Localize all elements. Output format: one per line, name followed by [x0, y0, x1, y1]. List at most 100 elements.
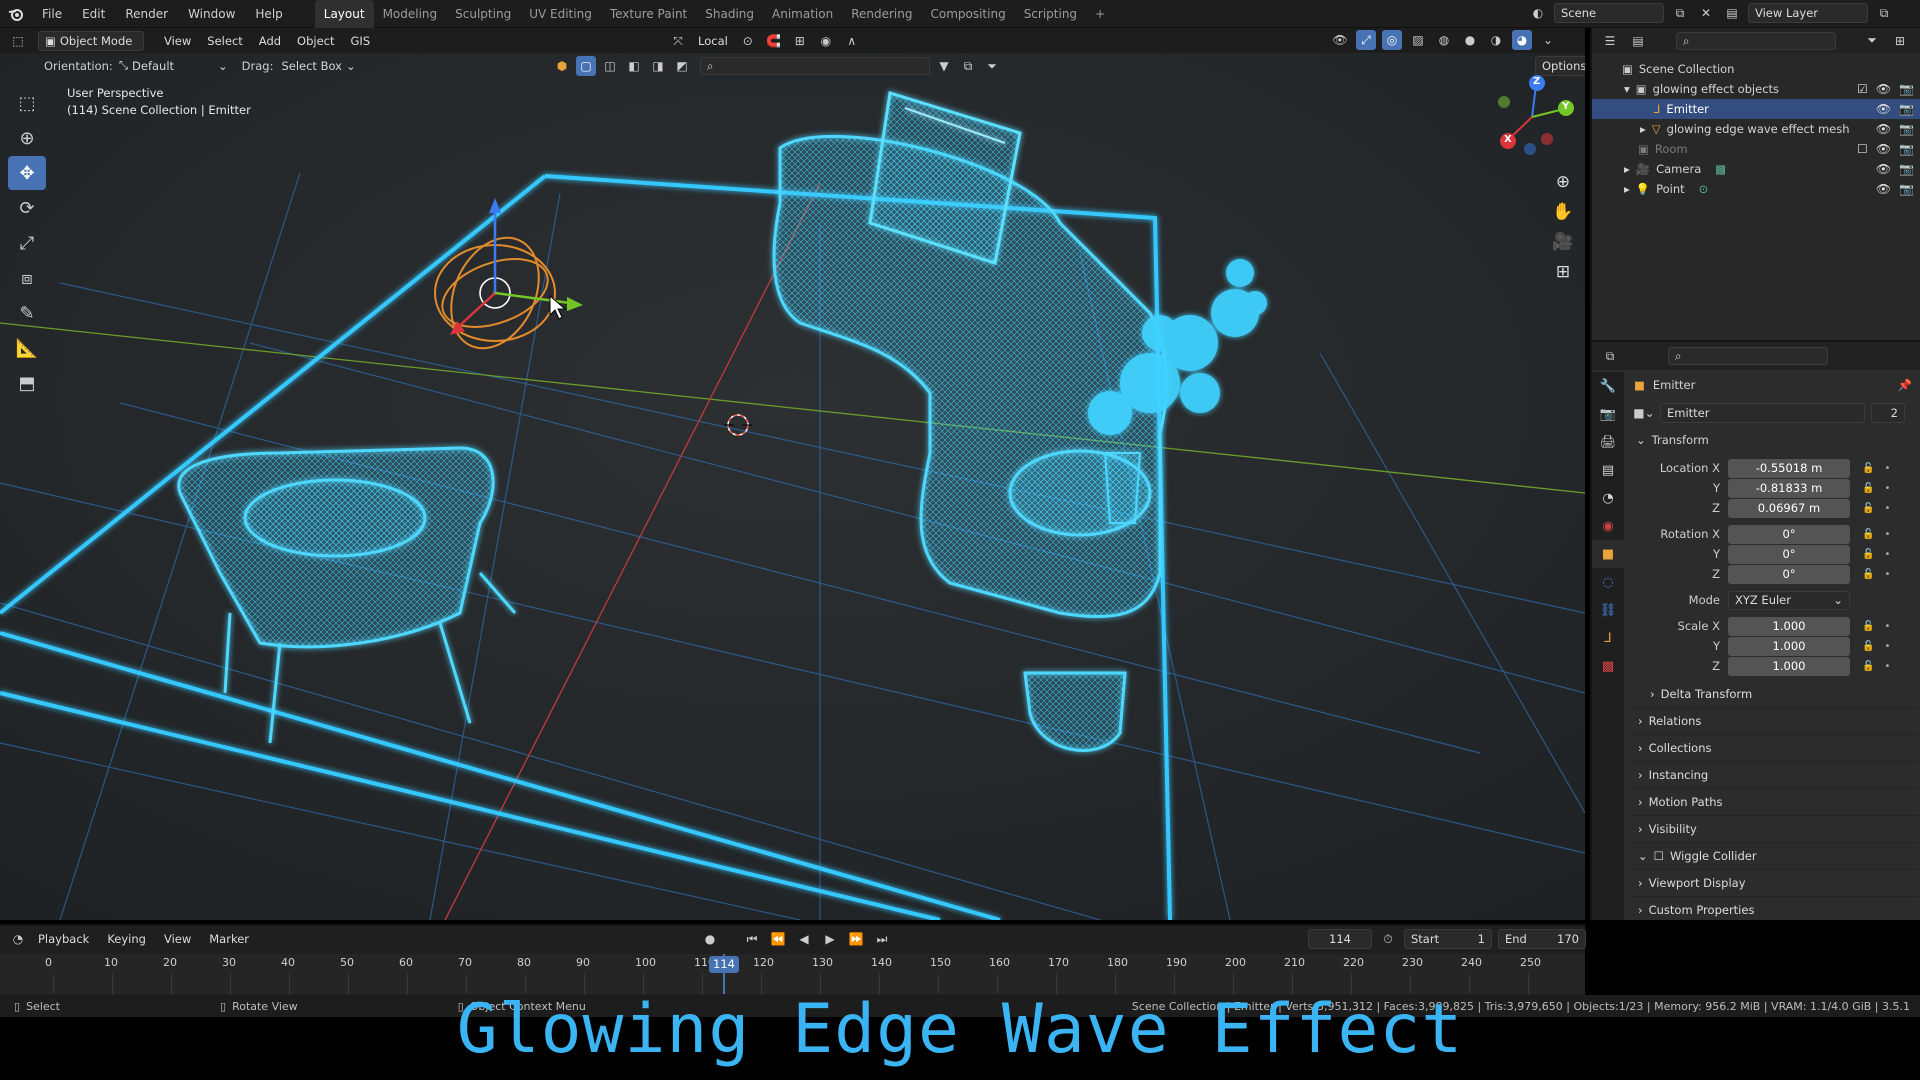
camera-render-icon[interactable]: 📷: [1899, 119, 1914, 139]
wireframe-shading-icon[interactable]: ◍: [1434, 30, 1454, 50]
next-keyframe-icon[interactable]: ⏩: [846, 929, 866, 949]
menu-file[interactable]: File: [32, 0, 72, 28]
orientation-dropdown[interactable]: ⤡ Default ⌄: [119, 58, 228, 73]
menu-render[interactable]: Render: [115, 0, 178, 28]
tab-shading[interactable]: Shading: [696, 0, 763, 28]
pin-icon[interactable]: 📌: [1898, 378, 1912, 392]
panel-wiggle-collider[interactable]: ⌄ ☐ Wiggle Collider: [1628, 842, 1918, 869]
proportional-edit-icon[interactable]: ◉: [816, 31, 836, 51]
filter-icon[interactable]: ⏷: [982, 56, 1002, 76]
checkbox-icon[interactable]: ☑: [1857, 79, 1868, 99]
remove-scene-icon[interactable]: ✕: [1696, 3, 1716, 23]
material-shading-icon[interactable]: ◑: [1486, 30, 1506, 50]
measure-icon[interactable]: 📐: [8, 331, 46, 365]
location-y-field[interactable]: -0.81833 m: [1728, 478, 1850, 498]
datablock-name-field[interactable]: Emitter: [1660, 403, 1865, 423]
menu-object[interactable]: Object: [289, 30, 342, 52]
output-tab-icon[interactable]: 🖨: [1592, 428, 1624, 456]
checkbox-empty-icon[interactable]: ☐: [1857, 139, 1868, 159]
scene-tab-icon[interactable]: ◔: [1592, 484, 1624, 512]
camera-icon[interactable]: 🎥: [1548, 227, 1578, 257]
eye-icon[interactable]: 👁: [1876, 139, 1891, 159]
tab-sculpting[interactable]: Sculpting: [446, 0, 520, 28]
mode-dropdown[interactable]: ▣ Object Mode: [38, 30, 144, 51]
camera-render-icon[interactable]: 📷: [1899, 99, 1914, 119]
select-box-icon[interactable]: ⬚: [8, 86, 46, 120]
view-layer-tab-icon[interactable]: ▤: [1592, 456, 1624, 484]
constraints-tab-icon[interactable]: ⛓: [1592, 596, 1624, 624]
new-collection-icon[interactable]: ⊞: [1890, 31, 1910, 51]
select-mode-intersect-icon[interactable]: ◩: [672, 56, 692, 76]
camera-render-icon[interactable]: 📷: [1899, 139, 1914, 159]
tab-texture-paint[interactable]: Texture Paint: [601, 0, 696, 28]
physics-tab-icon[interactable]: ◌: [1592, 568, 1624, 596]
pan-hand-icon[interactable]: ✋: [1548, 197, 1578, 227]
options-dropdown[interactable]: Options: [1535, 56, 1585, 76]
panel-viewport-display[interactable]: › Viewport Display: [1628, 869, 1918, 896]
outliner-item-point[interactable]: ▸ 💡 Point ⊙ 👁 📷: [1592, 179, 1920, 199]
playhead-label[interactable]: 114: [709, 956, 739, 973]
eye-icon[interactable]: 👁: [1876, 99, 1891, 119]
lock-icon[interactable]: 🔓: [1862, 569, 1874, 580]
scene-field[interactable]: Scene: [1554, 3, 1664, 23]
menu-gis[interactable]: GIS: [343, 30, 379, 52]
keyframe-dot-icon[interactable]: •: [1884, 641, 1890, 652]
select-mode-extend-icon[interactable]: ◫: [600, 56, 620, 76]
visibility-icon[interactable]: 👁: [1330, 30, 1350, 50]
location-x-field[interactable]: -0.55018 m: [1728, 458, 1850, 478]
solid-shading-icon[interactable]: ●: [1460, 30, 1480, 50]
new-scene-icon[interactable]: ⧉: [1670, 3, 1690, 23]
gizmo-toggle-icon[interactable]: ⤢: [1356, 30, 1376, 50]
object-data-tab-icon[interactable]: ⅃: [1592, 624, 1624, 652]
new-view-layer-icon[interactable]: ⧉: [1874, 3, 1894, 23]
outliner-item-glowing-effect-objects[interactable]: ▾ ▣ glowing effect objects ☑ 👁 📷: [1592, 79, 1920, 99]
tab-rendering[interactable]: Rendering: [842, 0, 921, 28]
panel-motion-paths[interactable]: › Motion Paths: [1628, 788, 1918, 815]
outliner-item-room[interactable]: ▣ Room ☐ 👁 📷: [1592, 139, 1920, 159]
outliner-item-emitter[interactable]: ⅃ Emitter 👁 📷: [1592, 99, 1920, 119]
texture-tab-icon[interactable]: ▩: [1592, 652, 1624, 680]
chevron-right-icon[interactable]: ▸: [1624, 179, 1630, 199]
blender-logo-icon[interactable]: [6, 4, 26, 24]
select-mode-subtract-icon[interactable]: ◧: [624, 56, 644, 76]
outliner-root[interactable]: ▣ Scene Collection: [1592, 59, 1920, 79]
jump-end-icon[interactable]: ⏭: [872, 929, 892, 949]
menu-view[interactable]: View: [156, 30, 199, 52]
stopwatch-icon[interactable]: ⏱: [1378, 929, 1398, 949]
eye-icon[interactable]: 👁: [1876, 159, 1891, 179]
menu-add[interactable]: Add: [251, 30, 289, 52]
camera-render-icon[interactable]: 📷: [1899, 79, 1914, 99]
editor-type-icon[interactable]: ⬚: [8, 31, 28, 51]
current-frame-field[interactable]: 114: [1308, 929, 1372, 949]
ortho-grid-icon[interactable]: ⊞: [1548, 257, 1578, 287]
snap-target-icon[interactable]: ⊞: [790, 31, 810, 51]
tab-animation[interactable]: Animation: [763, 0, 842, 28]
checkbox-empty-icon[interactable]: ☐: [1654, 849, 1664, 863]
eye-icon[interactable]: 👁: [1876, 179, 1891, 199]
panel-instancing[interactable]: › Instancing: [1628, 761, 1918, 788]
keyframe-dot-icon[interactable]: •: [1884, 549, 1890, 560]
rotate-icon[interactable]: ⟳: [8, 191, 46, 225]
menu-select[interactable]: Select: [199, 30, 250, 52]
tab-layout[interactable]: Layout: [314, 0, 374, 28]
transform-space-dropdown[interactable]: Local: [694, 30, 732, 52]
chevron-right-icon[interactable]: ▸: [1624, 159, 1630, 179]
keyframe-dot-icon[interactable]: •: [1884, 529, 1890, 540]
annotate-icon[interactable]: ✎: [8, 296, 46, 330]
object-browse-icon[interactable]: ■⌄: [1633, 403, 1654, 423]
shading-options-icon[interactable]: ⌄: [1538, 30, 1558, 50]
menu-marker[interactable]: Marker: [201, 928, 257, 950]
rotation-mode-dropdown[interactable]: XYZ Euler ⌄: [1728, 590, 1850, 610]
zoom-icon[interactable]: ⊕: [1548, 167, 1578, 197]
play-reverse-icon[interactable]: ◀: [794, 929, 814, 949]
bookmark-icon[interactable]: ▼: [934, 56, 954, 76]
panel-relations[interactable]: › Relations: [1628, 707, 1918, 734]
lock-icon[interactable]: 🔓: [1862, 529, 1874, 540]
tool-tab-icon[interactable]: 🔧: [1592, 372, 1624, 400]
rotation-x-field[interactable]: 0°: [1728, 524, 1850, 544]
record-icon[interactable]: ●: [700, 929, 720, 949]
timeline-editor-icon[interactable]: ◔: [8, 929, 28, 949]
scale-z-field[interactable]: 1.000: [1728, 656, 1850, 676]
keyframe-dot-icon[interactable]: •: [1884, 621, 1890, 632]
scene-icon[interactable]: ◐: [1528, 3, 1548, 23]
